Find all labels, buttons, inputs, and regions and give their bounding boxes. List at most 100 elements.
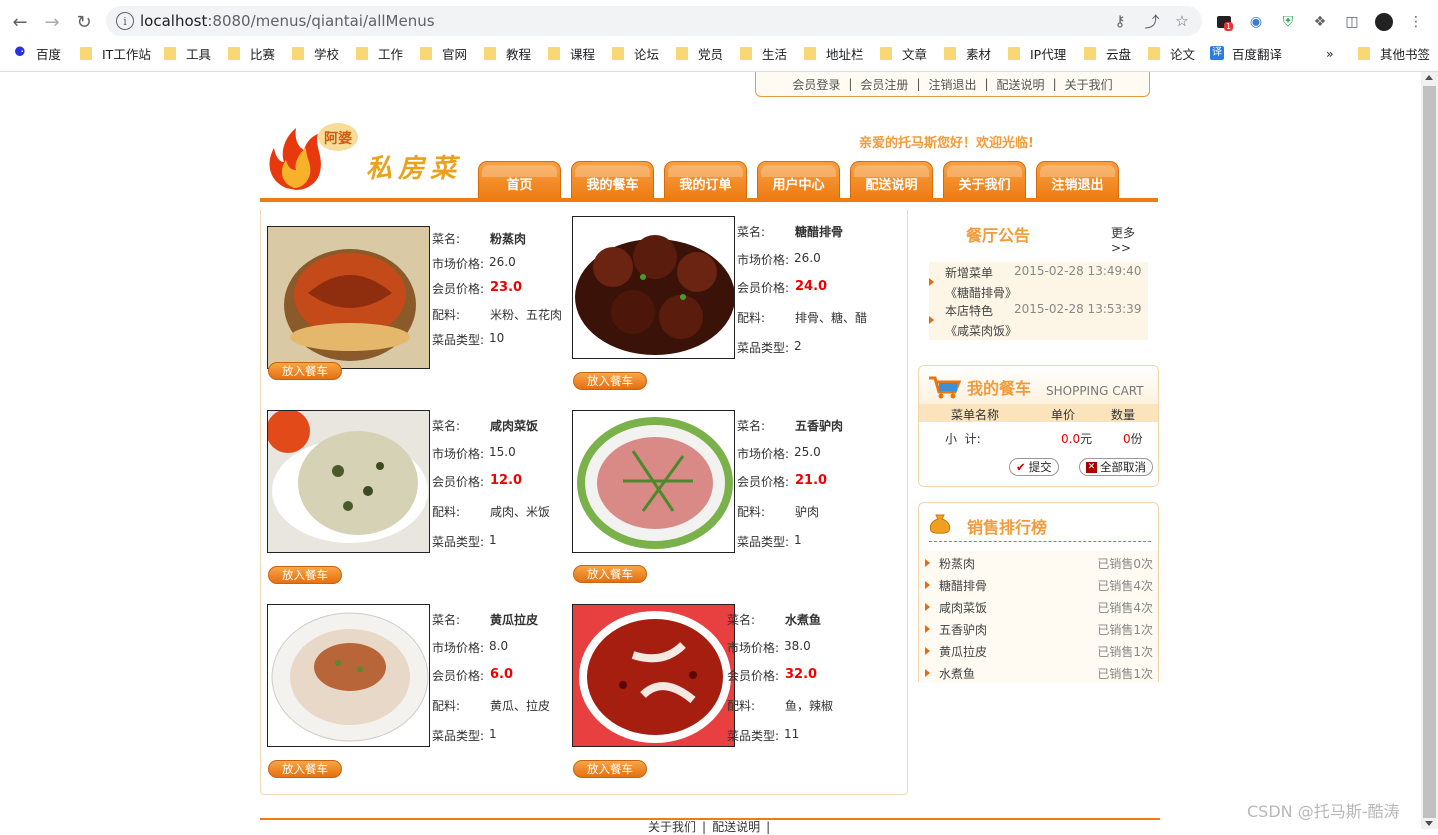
arrow-bullet-icon bbox=[925, 625, 930, 633]
bookmark-item[interactable]: 党员 bbox=[676, 42, 723, 64]
back-icon[interactable]: ← bbox=[8, 10, 32, 34]
nav-tab[interactable]: 关于我们 bbox=[943, 161, 1026, 199]
bookmark-item[interactable]: 论文 bbox=[1148, 42, 1195, 64]
notice-item-title[interactable]: 新增菜单 bbox=[945, 264, 993, 281]
dish-dish-name-label: 菜名: bbox=[727, 613, 756, 627]
add-to-cart-button[interactable]: 放入餐车 bbox=[573, 372, 647, 390]
dish-image[interactable] bbox=[572, 216, 735, 359]
bookmark-item[interactable]: 地址栏 bbox=[804, 42, 864, 64]
dish-image[interactable] bbox=[267, 226, 430, 369]
notice-more-link[interactable]: 更多>> bbox=[1111, 224, 1148, 255]
bookmark-item[interactable]: 课程 bbox=[548, 42, 595, 64]
side-panel-icon[interactable]: ◫ bbox=[1342, 12, 1362, 32]
bookmark-item[interactable]: ⚈ 百度 bbox=[14, 42, 61, 64]
scroll-up-arrow-icon[interactable] bbox=[1425, 75, 1433, 80]
rank-item[interactable]: 糖醋排骨 已销售4次 bbox=[919, 573, 1158, 595]
bookmark-item[interactable]: 学校 bbox=[292, 42, 339, 64]
top-link[interactable]: 配送说明 bbox=[997, 76, 1045, 93]
rank-item-name: 粉蒸肉 bbox=[939, 557, 976, 571]
nav-tab[interactable]: 我的餐车 bbox=[571, 161, 654, 199]
rank-item[interactable]: 粉蒸肉 已销售0次 bbox=[919, 551, 1158, 573]
scroll-down-arrow-icon[interactable] bbox=[1425, 821, 1433, 826]
translate-ext-icon[interactable]: ◉ bbox=[1246, 12, 1266, 32]
rank-item[interactable]: 五香驴肉 已销售1次 bbox=[919, 617, 1158, 639]
dish-member-price-row: 会员价格: 32.0 bbox=[727, 667, 817, 684]
footer-link[interactable]: 配送说明 bbox=[712, 820, 760, 834]
avatar[interactable] bbox=[1374, 12, 1394, 32]
bookmark-item[interactable]: 生活 bbox=[740, 42, 787, 64]
rank-item[interactable]: 咸肉菜饭 已销售4次 bbox=[919, 595, 1158, 617]
dish-dish-type-label: 菜品类型: bbox=[727, 729, 780, 743]
dish-dish-name: 五香驴肉 bbox=[795, 419, 844, 433]
dish-dish-name-row: 菜名: 粉蒸肉 bbox=[432, 230, 526, 247]
bookmark-item[interactable]: IT工作站 bbox=[80, 42, 151, 64]
bookmark-item[interactable]: 云盘 bbox=[1084, 42, 1131, 64]
star-icon[interactable]: ☆ bbox=[1172, 11, 1192, 31]
top-link[interactable]: 会员登录 bbox=[792, 76, 840, 93]
rank-item[interactable]: 水煮鱼 已销售1次 bbox=[919, 661, 1158, 683]
cancel-all-button[interactable]: ✕ 全部取消 bbox=[1079, 458, 1153, 476]
cancel-all-label: 全部取消 bbox=[1100, 460, 1146, 474]
dish-image[interactable] bbox=[267, 410, 430, 553]
rank-item-name: 糖醋排骨 bbox=[939, 579, 988, 593]
bookmark-item[interactable]: 论坛 bbox=[612, 42, 659, 64]
address-bar[interactable]: i localhost:8080/menus/qiantai/allMenus … bbox=[106, 6, 1202, 36]
add-to-cart-button[interactable]: 放入餐车 bbox=[573, 760, 647, 778]
extension-badge-icon[interactable]: 1 bbox=[1214, 12, 1234, 32]
bookmark-item[interactable]: 工具 bbox=[164, 42, 211, 64]
add-to-cart-button[interactable]: 放入餐车 bbox=[268, 566, 342, 584]
dish-member-price: 21.0 bbox=[795, 473, 828, 488]
nav-tab[interactable]: 我的订单 bbox=[664, 161, 747, 199]
nav-tab[interactable]: 用户中心 bbox=[757, 161, 840, 199]
rank-item[interactable]: 黄瓜拉皮 已销售1次 bbox=[919, 639, 1158, 661]
logo-badge-text: 阿婆 bbox=[324, 131, 352, 147]
top-link[interactable]: 关于我们 bbox=[1065, 76, 1113, 93]
bookmark-item[interactable]: IP代理 bbox=[1008, 42, 1066, 64]
dish-image[interactable] bbox=[572, 604, 735, 747]
reload-icon[interactable]: ↻ bbox=[72, 10, 96, 34]
bookmarks-more-button[interactable]: » bbox=[1326, 42, 1334, 64]
add-to-cart-button[interactable]: 放入餐车 bbox=[573, 565, 647, 583]
folder-icon bbox=[1084, 46, 1096, 60]
notice-item-title[interactable]: 本店特色 bbox=[945, 302, 993, 319]
key-icon[interactable]: ⚷ bbox=[1110, 11, 1130, 31]
nav-tab[interactable]: 首页 bbox=[478, 161, 561, 199]
add-to-cart-button[interactable]: 放入餐车 bbox=[268, 760, 342, 778]
other-bookmarks[interactable]: 其他书签 bbox=[1358, 42, 1430, 64]
top-link[interactable]: 会员注册 bbox=[860, 76, 908, 93]
logo-text: 私房菜 bbox=[366, 154, 463, 184]
notice-item-sub[interactable]: 《糖醋排骨》 bbox=[945, 284, 1017, 301]
submit-button[interactable]: ✔ 提交 bbox=[1009, 458, 1059, 476]
bookmark-item[interactable]: 官网 bbox=[420, 42, 467, 64]
top-link[interactable]: 注销退出 bbox=[928, 76, 976, 93]
notice-item-sub[interactable]: 《咸菜肉饭》 bbox=[945, 322, 1017, 339]
footer-link[interactable]: 关于我们 bbox=[648, 820, 696, 834]
bookmark-item[interactable]: 素材 bbox=[944, 42, 991, 64]
scrollbar[interactable] bbox=[1421, 72, 1438, 829]
menu-kebab-icon[interactable]: ⋮ bbox=[1406, 12, 1426, 32]
bookmark-item[interactable]: 译百度翻译 bbox=[1210, 42, 1282, 64]
sales-ranking: 销售排行榜 粉蒸肉 已销售0次 糖醋排骨 已销售4次 咸肉菜饭 已销售4次 五香驴肉 已销售1… bbox=[918, 502, 1159, 683]
share-icon[interactable]: ⤴ bbox=[1142, 11, 1162, 31]
bookmark-item[interactable]: 文章 bbox=[880, 42, 927, 64]
bookmark-item[interactable]: 教程 bbox=[484, 42, 531, 64]
forward-icon[interactable]: → bbox=[40, 10, 64, 34]
bookmark-item[interactable]: 比赛 bbox=[228, 42, 275, 64]
site-info-icon[interactable]: i bbox=[116, 12, 134, 30]
dish-dish-type: 1 bbox=[489, 533, 497, 547]
dish-dish-name: 黄瓜拉皮 bbox=[490, 613, 539, 627]
scroll-thumb[interactable] bbox=[1423, 86, 1436, 818]
bookmark-label: 课程 bbox=[570, 46, 596, 62]
nav-tab[interactable]: 注销退出 bbox=[1036, 161, 1119, 199]
dish-member-price-label: 会员价格: bbox=[727, 669, 780, 683]
bookmark-item[interactable]: 工作 bbox=[356, 42, 403, 64]
dish-image[interactable] bbox=[572, 410, 735, 553]
dish-image[interactable] bbox=[267, 604, 430, 747]
notice-list: 新增菜单 2015-02-28 13:49:40 《糖醋排骨》 本店特色 2015-02… bbox=[929, 262, 1148, 340]
add-to-cart-button[interactable]: 放入餐车 bbox=[268, 362, 342, 380]
shield-icon[interactable]: ⛨ bbox=[1278, 12, 1298, 32]
nav-tab[interactable]: 配送说明 bbox=[850, 161, 933, 199]
notice-title: 餐厅公告 bbox=[966, 226, 1031, 245]
dish-dish-type-row: 菜品类型: 10 bbox=[432, 331, 504, 348]
extensions-puzzle-icon[interactable]: ❖ bbox=[1310, 12, 1330, 32]
